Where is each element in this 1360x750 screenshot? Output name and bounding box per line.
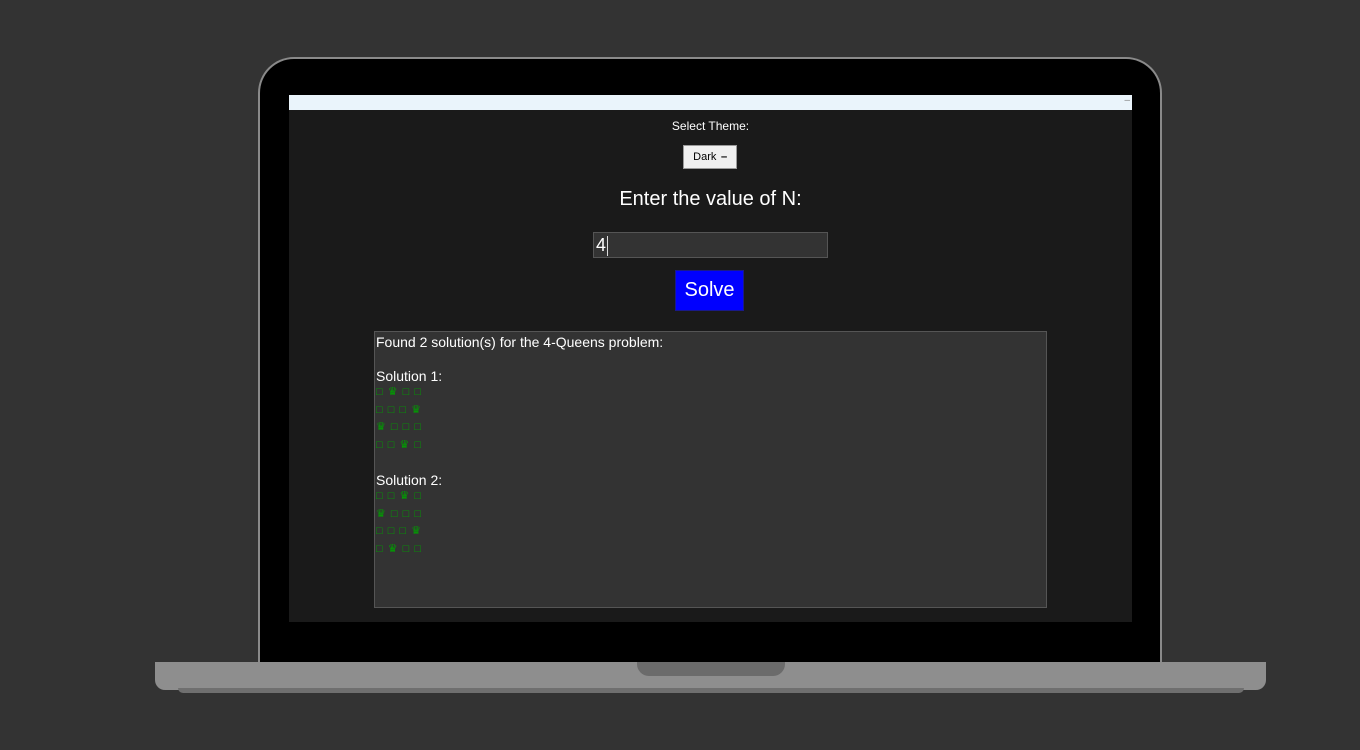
window-titlebar[interactable]: – <box>289 95 1132 110</box>
board-row: □ □ □ ♛ <box>376 525 422 537</box>
theme-selected-value: Dark <box>693 151 717 163</box>
laptop-base-edge <box>178 688 1244 693</box>
app-window: – Select Theme: Dark ━ Enter the value o… <box>289 95 1132 622</box>
laptop-notch <box>637 662 785 676</box>
board-row: □ □ ♛ □ <box>376 490 422 502</box>
output-textbox[interactable]: Found 2 solution(s) for the 4-Queens pro… <box>374 331 1047 608</box>
board-row: ♛ □ □ □ <box>376 507 422 520</box>
solve-button[interactable]: Solve <box>675 270 744 311</box>
output-summary: Found 2 solution(s) for the 4-Queens pro… <box>376 334 664 350</box>
board-row: ♛ □ □ □ <box>376 421 422 433</box>
board-row: □ □ □ ♛ <box>376 403 422 416</box>
n-input-field[interactable]: 4 <box>593 232 828 258</box>
theme-dropdown[interactable]: Dark ━ <box>683 145 737 169</box>
theme-label: Select Theme: <box>671 119 750 133</box>
n-input-value: 4 <box>596 235 607 255</box>
dropdown-arrow-icon: ━ <box>721 151 727 162</box>
solution-title: Solution 1: <box>376 368 443 384</box>
board-row: □ □ ♛ □ <box>376 438 422 451</box>
board-row: □ ♛ □ □ <box>376 542 422 555</box>
board-row: □ ♛ □ □ <box>376 386 422 398</box>
minimize-icon[interactable]: – <box>1124 95 1130 107</box>
text-caret <box>607 236 609 257</box>
n-input-label: Enter the value of N: <box>619 188 802 210</box>
solution-title: Solution 2: <box>376 472 443 488</box>
